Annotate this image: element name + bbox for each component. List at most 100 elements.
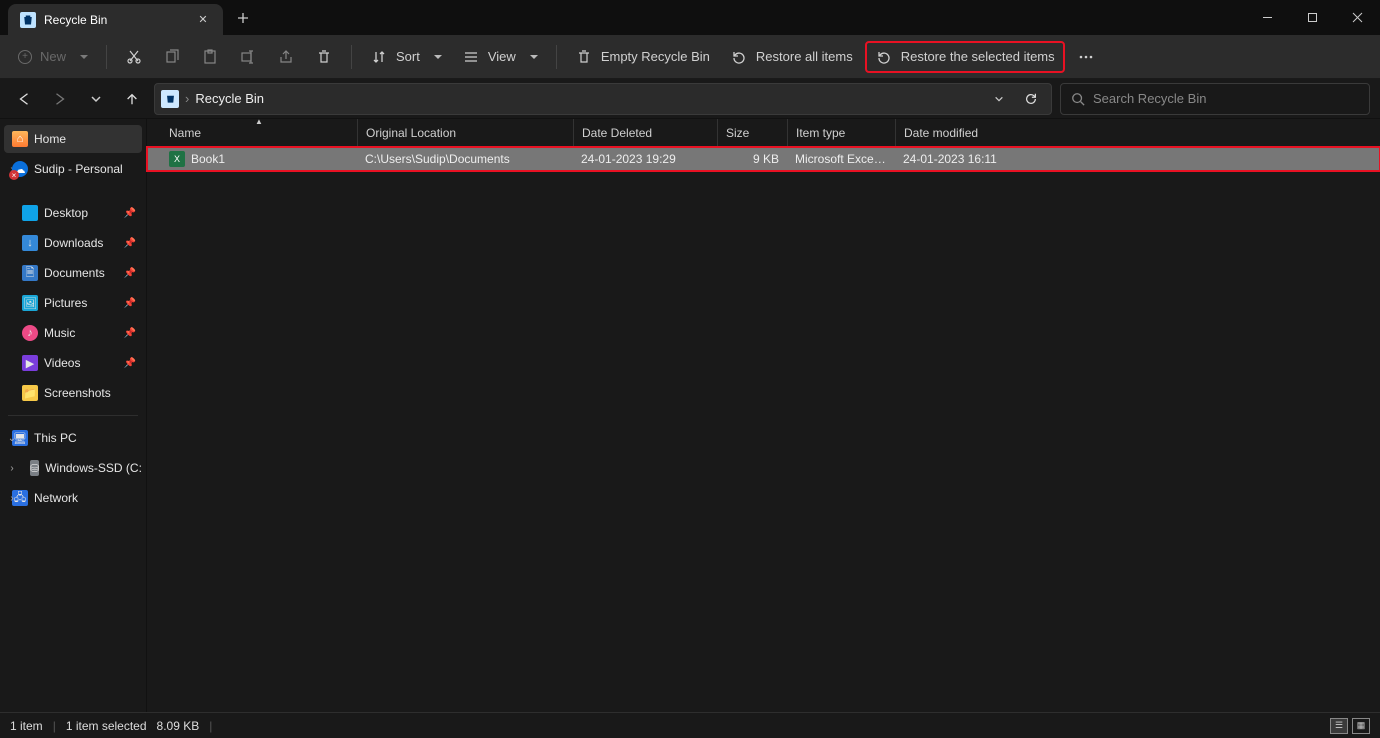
rename-icon [239,48,257,66]
sort-button[interactable]: Sort [362,41,450,73]
sidebar: ⌂ Home › ☁ Sudip - Personal Desktop 📌 ↓ … [0,119,147,712]
paste-button[interactable] [193,41,227,73]
column-label: Date modified [904,126,978,140]
sort-ascending-icon: ▲ [255,119,263,126]
recycle-bin-icon [161,90,179,108]
new-button[interactable]: + New [10,41,96,73]
excel-file-icon: X [169,151,185,167]
empty-label: Empty Recycle Bin [601,49,710,64]
sidebar-item-pictures[interactable]: 🖼 Pictures 📌 [4,289,142,317]
pictures-icon: 🖼 [22,295,38,311]
column-headers: Name ▲ Original Location Date Deleted Si… [147,119,1380,147]
up-button[interactable] [118,85,146,113]
sort-icon [370,48,388,66]
sidebar-item-music[interactable]: ♪ Music 📌 [4,319,142,347]
pin-icon: 📌 [124,208,136,219]
back-button[interactable] [10,85,38,113]
view-button[interactable]: View [454,41,546,73]
sidebar-label: Screenshots [44,386,111,400]
address-bar[interactable]: › Recycle Bin [154,83,1052,115]
videos-icon: ▶ [22,355,38,371]
rename-button[interactable] [231,41,265,73]
pin-icon: 📌 [124,358,136,369]
sidebar-item-downloads[interactable]: ↓ Downloads 📌 [4,229,142,257]
column-item-type[interactable]: Item type [787,119,895,146]
file-name: Book1 [191,152,225,166]
column-label: Original Location [366,126,456,140]
column-size[interactable]: Size [717,119,787,146]
delete-button[interactable] [307,41,341,73]
breadcrumb-recycle-bin[interactable]: Recycle Bin [195,91,264,106]
pin-icon: 📌 [124,268,136,279]
trash-icon [575,48,593,66]
separator [351,45,352,69]
separator [556,45,557,69]
search-input[interactable] [1093,91,1359,106]
forward-button[interactable] [46,85,74,113]
details-view-button[interactable]: ☰ [1330,718,1348,734]
sidebar-label: Network [34,491,78,505]
file-date-modified: 24-01-2023 16:11 [895,152,1015,166]
column-date-deleted[interactable]: Date Deleted [573,119,717,146]
file-original-location: C:\Users\Sudip\Documents [357,152,573,166]
sidebar-item-network[interactable]: › 🖧 Network [4,484,142,512]
chevron-right-icon: › [185,91,189,106]
restore-all-button[interactable]: Restore all items [722,41,861,73]
chevron-down-icon[interactable]: ⌄ [6,433,18,444]
restore-selected-button[interactable]: Restore the selected items [865,41,1065,73]
copy-icon [163,48,181,66]
column-name[interactable]: Name ▲ [161,119,357,146]
delete-icon [315,48,333,66]
chevron-right-icon[interactable]: › [6,493,18,504]
cut-button[interactable] [117,41,151,73]
file-item-type: Microsoft Excel W... [787,152,895,166]
status-item-count: 1 item [10,719,43,733]
search-box[interactable] [1060,83,1370,115]
close-window-button[interactable] [1335,0,1380,35]
column-date-modified[interactable]: Date modified [895,119,1015,146]
maximize-button[interactable] [1290,0,1335,35]
separator: | [209,719,212,733]
file-row[interactable]: X Book1 C:\Users\Sudip\Documents 24-01-2… [147,147,1380,171]
sidebar-label: Home [34,132,66,146]
sidebar-label: This PC [34,431,77,445]
column-label: Name [169,126,201,140]
chevron-right-icon[interactable]: › [6,463,18,474]
sidebar-item-onedrive[interactable]: › ☁ Sudip - Personal [4,155,142,183]
refresh-button[interactable] [1017,85,1045,113]
onedrive-icon: ☁ [12,161,28,177]
sidebar-item-screenshots[interactable]: 📁 Screenshots [4,379,142,407]
sidebar-item-thispc[interactable]: ⌄ 🖥 This PC [4,424,142,452]
tab-recycle-bin[interactable]: Recycle Bin ✕ [8,4,223,35]
copy-button[interactable] [155,41,189,73]
tab-close-button[interactable]: ✕ [195,12,211,28]
column-original-location[interactable]: Original Location [357,119,573,146]
sidebar-item-videos[interactable]: ▶ Videos 📌 [4,349,142,377]
file-rows: X Book1 C:\Users\Sudip\Documents 24-01-2… [147,147,1380,712]
column-label: Item type [796,126,845,140]
sidebar-item-desktop[interactable]: Desktop 📌 [4,199,142,227]
share-button[interactable] [269,41,303,73]
sidebar-item-drive-c[interactable]: › ⛁ Windows-SSD (C: [4,454,142,482]
sidebar-label: Music [44,326,75,340]
empty-recycle-bin-button[interactable]: Empty Recycle Bin [567,41,718,73]
search-icon [1071,92,1085,106]
sidebar-item-documents[interactable]: 🗎 Documents 📌 [4,259,142,287]
file-size: 9 KB [717,152,787,166]
recent-button[interactable] [82,85,110,113]
title-bar: Recycle Bin ✕ [0,0,1380,35]
view-icon [462,48,480,66]
address-dropdown-button[interactable] [987,87,1011,111]
nav-bar: › Recycle Bin [0,79,1380,119]
separator [106,45,107,69]
sidebar-label: Downloads [44,236,103,250]
drive-icon: ⛁ [30,460,39,476]
minimize-button[interactable] [1245,0,1290,35]
more-button[interactable] [1069,41,1103,73]
icons-view-button[interactable]: ▦ [1352,718,1370,734]
new-tab-button[interactable] [223,0,263,35]
sidebar-item-home[interactable]: ⌂ Home [4,125,142,153]
pin-icon: 📌 [124,238,136,249]
column-label: Date Deleted [582,126,652,140]
home-icon: ⌂ [12,131,28,147]
